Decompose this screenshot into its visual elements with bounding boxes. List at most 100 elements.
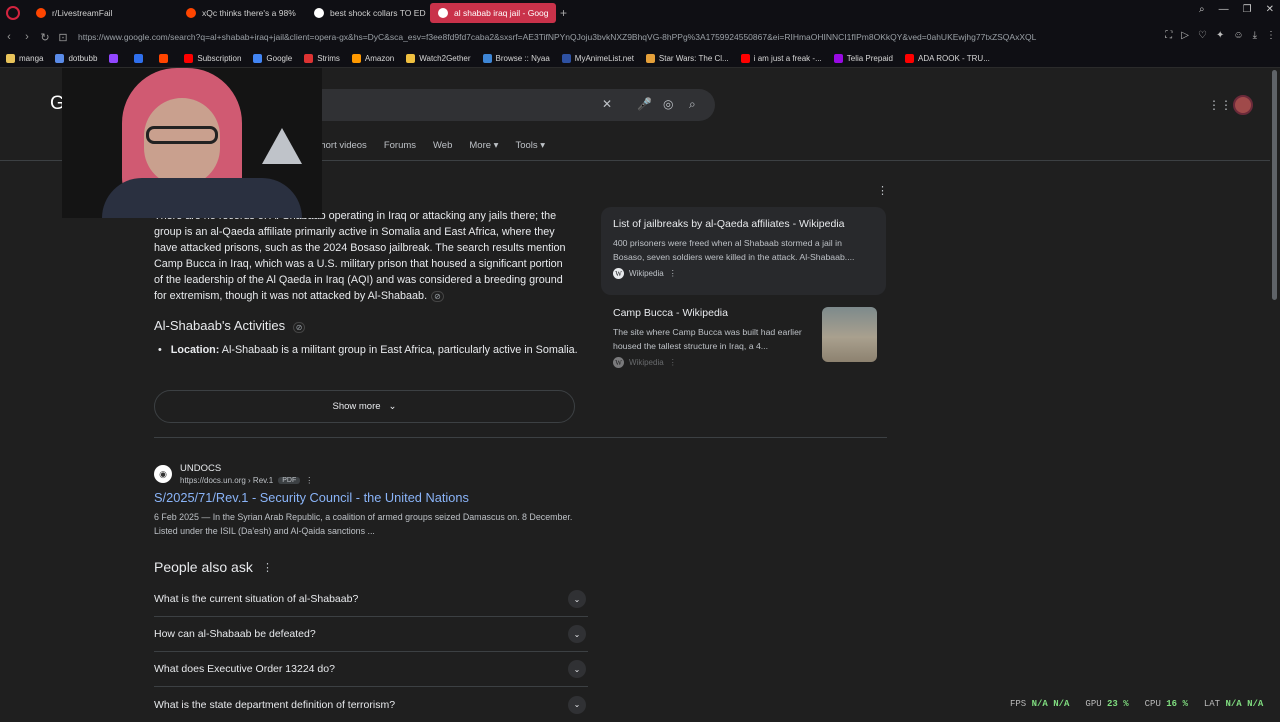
- show-more-button[interactable]: Show more ⌄: [154, 390, 575, 423]
- bookmark-item[interactable]: Google: [253, 53, 292, 63]
- more-options-icon[interactable]: ⋮: [669, 358, 677, 367]
- apps-grid-icon[interactable]: ⋮⋮: [1208, 99, 1232, 111]
- link-icon[interactable]: ⊘: [431, 291, 444, 302]
- tab-label: al shabab iraq jail - Goog: [454, 7, 549, 18]
- bookmark-label: Browse :: Nyaa: [495, 53, 550, 63]
- bookmark-label: Amazon: [364, 53, 395, 63]
- un-favicon: ◉: [154, 465, 172, 483]
- bookmark-icon: [184, 53, 194, 63]
- url-field[interactable]: https://www.google.com/search?q=al+shaba…: [78, 32, 1118, 42]
- tab-more[interactable]: More ▾: [469, 140, 498, 151]
- browser-tab-active[interactable]: al shabab iraq jail - Goog: [430, 2, 556, 23]
- chevron-down-icon[interactable]: ⌄: [568, 695, 586, 714]
- chevron-down-icon[interactable]: ⌄: [568, 625, 586, 643]
- more-options-icon[interactable]: ⋮: [877, 184, 888, 197]
- link-icon[interactable]: ⊘: [292, 322, 306, 333]
- search-icon[interactable]: ⌕: [689, 97, 696, 112]
- bookmark-item[interactable]: ADA ROOK - TRU...: [905, 53, 990, 63]
- bookmark-item[interactable]: manga: [6, 53, 44, 63]
- player-icon[interactable]: ▷: [1181, 30, 1189, 41]
- bookmark-item[interactable]: Strims: [304, 53, 340, 63]
- google-icon: [314, 7, 324, 18]
- source-thumbnail[interactable]: [822, 307, 877, 362]
- more-options-icon[interactable]: ⋮: [262, 561, 273, 574]
- browser-tab[interactable]: best shock collars TO ED: [306, 3, 430, 23]
- forward-icon[interactable]: ›: [18, 31, 36, 43]
- menu-icon[interactable]: ⋮: [1266, 30, 1276, 41]
- browser-tab[interactable]: r/LivestreamFail: [28, 3, 178, 23]
- tab-label: xQc thinks there's a 98%: [202, 7, 296, 18]
- close-icon[interactable]: ✕: [1266, 4, 1274, 15]
- paa-question-text: How can al-Shabaab be defeated?: [154, 628, 316, 640]
- bookmark-label: dotbubb: [68, 53, 98, 63]
- maximize-icon[interactable]: ❐: [1243, 4, 1252, 15]
- back-icon[interactable]: ‹: [0, 31, 18, 43]
- bookmark-item[interactable]: [159, 53, 172, 63]
- result-snippet: 6 Feb 2025 — In the Syrian Arab Republic…: [154, 512, 573, 536]
- heart-icon[interactable]: ♡: [1198, 30, 1207, 41]
- tab-label: best shock collars TO ED: [330, 7, 426, 18]
- account-icon[interactable]: ☺: [1233, 30, 1243, 41]
- google-icon: [438, 7, 448, 18]
- chevron-down-icon[interactable]: ⌄: [568, 590, 586, 608]
- source-title[interactable]: List of jailbreaks by al-Qaeda affiliate…: [613, 218, 874, 230]
- paa-question[interactable]: What is the current situation of al-Shab…: [154, 582, 588, 617]
- source-card[interactable]: List of jailbreaks by al-Qaeda affiliate…: [601, 207, 886, 295]
- fps-stat: FPS N/A N/A: [1010, 699, 1070, 709]
- tab-forums[interactable]: Forums: [384, 140, 416, 151]
- bookmark-label: ADA ROOK - TRU...: [918, 53, 990, 63]
- bookmark-item[interactable]: i am just a freak -...: [740, 53, 822, 63]
- chevron-down-icon[interactable]: ⌄: [568, 660, 586, 678]
- minimize-icon[interactable]: —: [1219, 4, 1229, 15]
- paa-question[interactable]: How can al-Shabaab be defeated? ⌄: [154, 617, 588, 652]
- source-card[interactable]: Camp Bucca - Wikipedia The site where Ca…: [601, 298, 886, 372]
- paa-question[interactable]: What does Executive Order 13224 do? ⌄: [154, 652, 588, 687]
- extension-icon[interactable]: ✦: [1216, 30, 1224, 41]
- bookmark-item[interactable]: [134, 53, 147, 63]
- more-options-icon[interactable]: ⋮: [305, 476, 313, 485]
- text-fade: [154, 355, 584, 375]
- bookmark-item[interactable]: dotbubb: [55, 53, 98, 63]
- download-icon[interactable]: ⤓: [1253, 30, 1257, 41]
- bookmark-item[interactable]: Browse :: Nyaa: [482, 53, 550, 63]
- bookmark-item[interactable]: Watch2Gether: [406, 53, 471, 63]
- reload-icon[interactable]: ↻: [36, 31, 54, 44]
- result-title-link[interactable]: S/2025/71/Rev.1 - Security Council - the…: [154, 490, 469, 505]
- bookmark-item[interactable]: Telia Prepaid: [833, 53, 893, 63]
- bookmark-item[interactable]: Subscription: [184, 53, 241, 63]
- tab-strip: r/LivestreamFail xQc thinks there's a 98…: [0, 0, 1280, 25]
- bookmark-item[interactable]: Star Wars: The Cl...: [645, 53, 729, 63]
- new-tab-button[interactable]: +: [560, 6, 567, 20]
- bookmark-item[interactable]: [109, 53, 122, 63]
- bookmark-label: MyAnimeList.net: [574, 53, 634, 63]
- paa-question[interactable]: What is the state department definition …: [154, 687, 588, 722]
- lens-icon[interactable]: ◎: [663, 97, 673, 111]
- bookmark-icon: [159, 53, 169, 63]
- result-site-name[interactable]: UNDOCS: [180, 463, 221, 474]
- tab-web[interactable]: Web: [433, 140, 452, 151]
- bookmark-item[interactable]: MyAnimeList.net: [561, 53, 634, 63]
- page-scrollbar[interactable]: [1272, 70, 1277, 300]
- bookmark-item[interactable]: Amazon: [351, 53, 395, 63]
- browser-tab[interactable]: xQc thinks there's a 98%: [178, 3, 306, 23]
- gpu-stat: GPU 23 %: [1085, 699, 1129, 709]
- search-tabs-icon[interactable]: ⌕: [1199, 4, 1205, 15]
- microphone-icon[interactable]: 🎤: [637, 97, 652, 111]
- lamp-shape: [262, 128, 302, 164]
- window-controls: ⌕ — ❐ ✕: [1199, 4, 1274, 15]
- snapshot-icon[interactable]: ⛶: [1165, 30, 1172, 41]
- result-url[interactable]: https://docs.un.org › Rev.1 PDF ⋮: [180, 476, 313, 485]
- bookmark-label: Telia Prepaid: [846, 53, 893, 63]
- clear-icon[interactable]: ✕: [602, 97, 612, 111]
- opera-logo-icon[interactable]: [6, 5, 20, 20]
- bookmark-icon: [406, 53, 416, 63]
- bookmark-label: Watch2Gether: [419, 53, 471, 63]
- more-options-icon[interactable]: ⋮: [669, 269, 677, 278]
- avatar[interactable]: [1233, 95, 1253, 115]
- section-divider: [154, 437, 887, 438]
- lat-stat: LAT N/A N/A: [1203, 699, 1264, 709]
- tab-tools[interactable]: Tools ▾: [515, 140, 545, 151]
- bookmark-label: manga: [19, 53, 44, 63]
- bookmarks-bar: manga dotbubb Subscription Google Strims Amaz…: [0, 49, 1280, 68]
- bookmark-icon: [740, 53, 750, 63]
